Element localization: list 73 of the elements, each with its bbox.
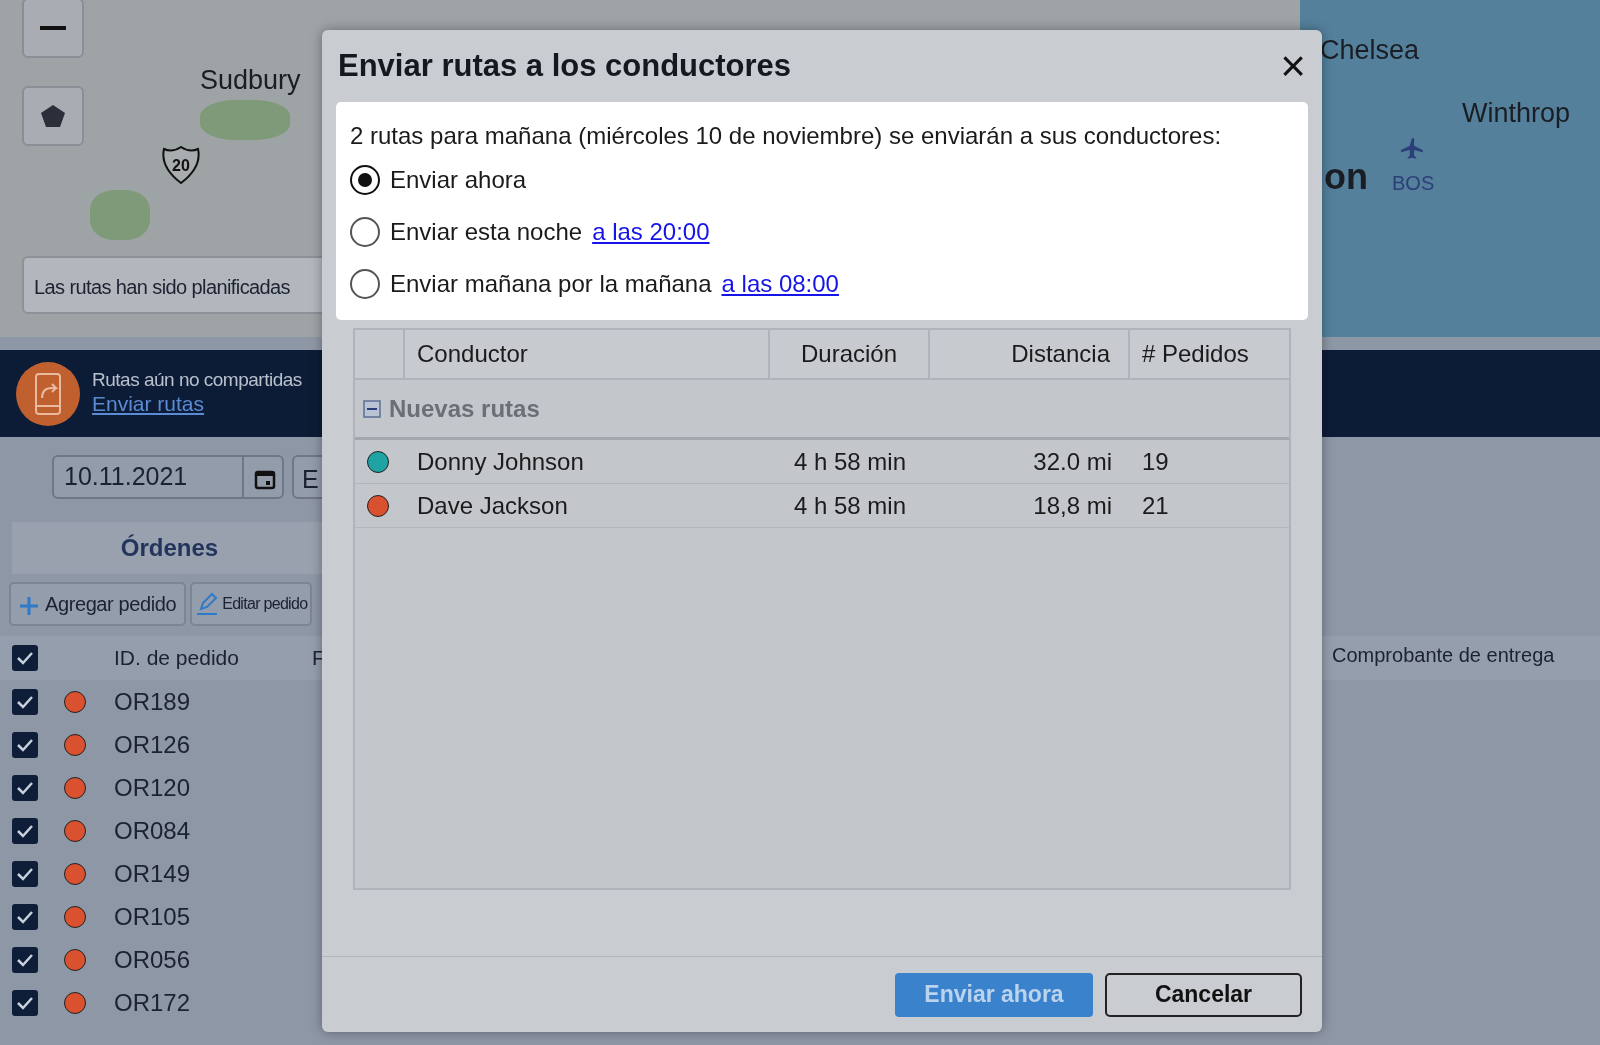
pencil-icon	[195, 591, 220, 617]
time-link[interactable]: a las 20:00	[592, 214, 710, 250]
map-label: BOS	[1392, 171, 1435, 196]
close-button[interactable]: ×	[1276, 44, 1310, 88]
checkbox[interactable]	[12, 946, 38, 973]
send-routes-link[interactable]: Enviar rutas	[92, 392, 205, 416]
check-icon	[16, 823, 34, 838]
airplane-icon	[1400, 136, 1426, 162]
checkbox[interactable]	[12, 688, 38, 715]
order-count: 21	[1142, 491, 1169, 519]
duration-value: 4 h 58 min	[793, 447, 907, 475]
checkbox[interactable]	[12, 817, 38, 844]
column-header: # Pedidos	[1142, 339, 1249, 369]
radio-button[interactable]	[350, 217, 380, 247]
radio-button[interactable]	[350, 165, 380, 195]
order-id: OR189	[114, 686, 191, 717]
map-label: Winthrop	[1462, 97, 1571, 130]
check-icon	[16, 780, 34, 795]
driver-name: Donny Johnson	[417, 447, 584, 475]
order-id: OR172	[114, 987, 191, 1018]
check-icon	[16, 651, 34, 665]
distance-value: 18,8 mi	[1033, 491, 1112, 519]
option-label[interactable]: Enviar mañana por la mañana	[390, 266, 712, 302]
option-label[interactable]: Enviar esta noche	[390, 214, 583, 250]
map-label: Sudbury	[200, 64, 301, 97]
column-header: ID. de pedido	[114, 645, 240, 672]
instruction-text: 2 rutas para mañana (miércoles 10 de noviembre) se enviarán a sus conductores:	[350, 121, 1223, 151]
order-id: OR056	[114, 944, 191, 975]
radio-button[interactable]	[350, 269, 380, 299]
check-icon	[16, 952, 34, 967]
collapse-icon[interactable]	[363, 399, 381, 418]
check-icon	[16, 866, 34, 881]
column-header: Distancia	[1011, 339, 1110, 369]
map-label: Chelsea	[1320, 34, 1420, 67]
duration-value: 4 h 58 min	[793, 491, 907, 519]
check-icon	[16, 694, 34, 709]
checkbox[interactable]	[12, 903, 38, 930]
dialog-title: Enviar rutas a los conductores	[338, 47, 792, 85]
order-id: OR084	[114, 815, 191, 846]
check-icon	[16, 737, 34, 752]
checkbox[interactable]	[12, 774, 38, 801]
checkbox[interactable]	[12, 989, 38, 1016]
check-icon	[16, 995, 34, 1010]
cancel-button[interactable]: Cancelar	[1105, 972, 1302, 1017]
map-label: on	[1324, 155, 1368, 199]
park-area	[90, 190, 150, 240]
time-link[interactable]: a las 08:00	[721, 266, 839, 302]
option-label[interactable]: Enviar ahora	[390, 162, 527, 198]
checkbox[interactable]	[12, 645, 38, 671]
pentagon-icon	[40, 103, 66, 129]
order-id: OR105	[114, 901, 191, 932]
check-icon	[16, 909, 34, 924]
order-id: OR120	[114, 772, 191, 803]
column-header: Conductor	[417, 339, 528, 369]
zoom-out-button[interactable]	[22, 0, 84, 58]
order-id: OR149	[114, 858, 191, 889]
distance-value: 32.0 mi	[1033, 447, 1112, 475]
driver-name: Dave Jackson	[417, 491, 568, 519]
polygon-tool-button[interactable]	[22, 86, 84, 146]
minus-icon	[40, 26, 66, 30]
order-count: 19	[1142, 447, 1169, 475]
order-id: OR126	[114, 729, 191, 760]
column-header: Comprobante de entrega	[1332, 643, 1555, 668]
edit-order-button[interactable]: Editar pedido	[190, 582, 313, 626]
checkbox[interactable]	[12, 731, 38, 758]
column-header: Duración	[800, 339, 897, 369]
date-field[interactable]: 10.11.2021	[52, 455, 284, 499]
banner-title: Rutas aún no compartidas	[92, 368, 302, 392]
add-order-button[interactable]: Agregar pedido	[9, 582, 187, 626]
route-shield: 20	[160, 145, 202, 185]
status-notice: Las rutas han sido planificadas	[34, 276, 291, 298]
group-label: Nuevas rutas	[389, 393, 540, 424]
checkbox[interactable]	[12, 860, 38, 887]
